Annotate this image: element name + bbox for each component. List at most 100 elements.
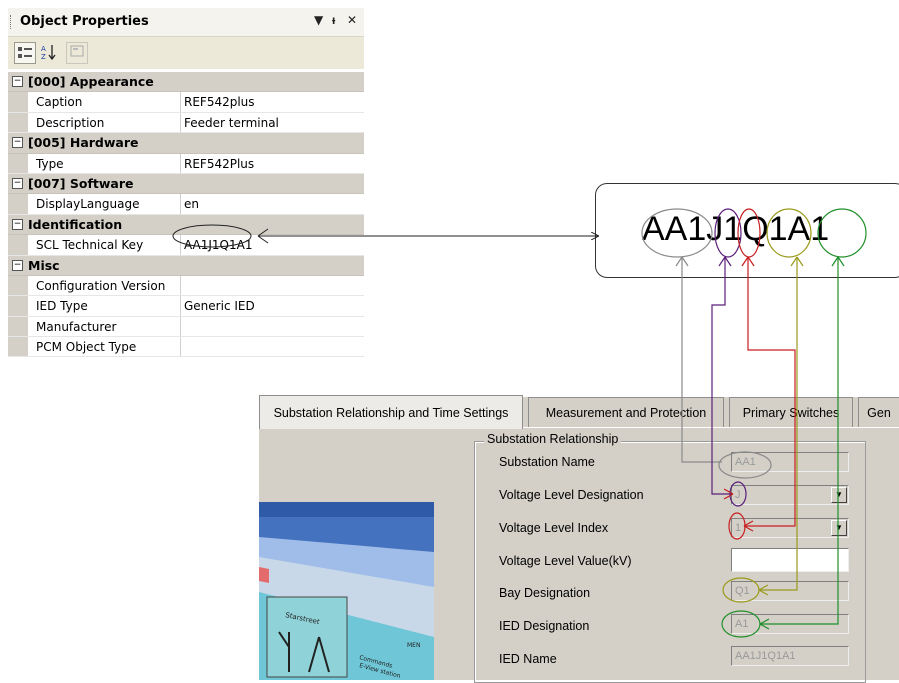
voltage-level-index-value: 1: [735, 522, 742, 534]
column-separator: [180, 92, 181, 112]
property-name: DisplayLanguage: [36, 197, 140, 212]
property-value[interactable]: Generic IED: [184, 299, 255, 313]
label-substation-name: Substation Name: [499, 455, 595, 469]
label-voltage-level-designation: Voltage Level Designation: [499, 488, 644, 502]
key-part-substation: AA1: [642, 210, 707, 248]
property-row[interactable]: IED Type Generic IED: [8, 296, 364, 317]
substation-name-field[interactable]: AA1: [731, 452, 849, 472]
row-gutter: [8, 194, 28, 214]
label-bay-designation: Bay Designation: [499, 586, 591, 600]
label-voltage-level-value: Voltage Level Value(kV): [499, 554, 632, 568]
property-row[interactable]: Configuration Version: [8, 275, 364, 297]
collapse-toggle-icon[interactable]: −: [12, 137, 23, 149]
property-value[interactable]: Feeder terminal: [184, 116, 279, 130]
row-gutter: [8, 153, 28, 173]
property-row[interactable]: DisplayLanguage en: [8, 194, 364, 215]
property-name: Type: [36, 156, 64, 171]
close-icon[interactable]: ✕: [347, 13, 357, 27]
voltage-level-value-input[interactable]: [731, 548, 849, 572]
property-name: Manufacturer: [36, 319, 117, 334]
svg-text:A: A: [41, 45, 46, 53]
property-name: Description: [36, 115, 105, 130]
tab-primary-switches[interactable]: Primary Switches: [729, 397, 853, 427]
property-row[interactable]: Description Feeder terminal: [8, 112, 364, 134]
panel-titlebar: Object Properties ▼ ᵼ ✕: [8, 8, 364, 37]
device-photo: Starstreet Commands E-View station MEN: [259, 497, 434, 680]
category-row[interactable]: − [007] Software: [8, 173, 364, 195]
tab-general[interactable]: Gen: [858, 397, 899, 427]
bay-designation-field[interactable]: Q1: [731, 581, 849, 601]
drag-grip[interactable]: [10, 15, 14, 29]
voltage-level-designation-select[interactable]: J ▼: [731, 485, 849, 505]
property-name: SCL Technical Key: [36, 238, 144, 253]
column-separator: [180, 153, 181, 173]
property-row[interactable]: Manufacturer: [8, 316, 364, 338]
property-name: PCM Object Type: [36, 340, 137, 355]
row-gutter: [8, 296, 28, 316]
category-name: [000] Appearance: [28, 74, 154, 89]
column-separator: [180, 112, 181, 133]
row-gutter: [8, 316, 28, 337]
scl-key-text: AA1J1Q1A1: [642, 210, 829, 249]
property-name: Configuration Version: [36, 278, 166, 293]
property-grid: − [000] Appearance Caption REF542plus Descri…: [8, 72, 364, 358]
property-row[interactable]: PCM Object Type: [8, 337, 364, 358]
ied-settings-dialog: Substation Relationship and Time Setting…: [259, 395, 899, 683]
key-part-bay: Q1: [742, 210, 788, 248]
column-separator: [180, 194, 181, 214]
category-name: Identification: [28, 216, 123, 232]
collapse-toggle-icon[interactable]: −: [12, 177, 23, 189]
pin-icon[interactable]: ᵼ: [332, 13, 335, 27]
collapse-toggle-icon[interactable]: −: [12, 259, 23, 271]
category-name: [007] Software: [28, 175, 134, 191]
categorized-view-icon[interactable]: [14, 42, 36, 64]
property-row[interactable]: Caption REF542plus: [8, 92, 364, 113]
property-value[interactable]: en: [184, 197, 199, 211]
category-row[interactable]: − Misc: [8, 255, 364, 276]
tab-substation-relationship[interactable]: Substation Relationship and Time Setting…: [259, 395, 523, 429]
column-separator: [180, 296, 181, 316]
property-row[interactable]: Type REF542Plus: [8, 153, 364, 174]
key-part-ied: A1: [787, 210, 830, 248]
category-name: [005] Hardware: [28, 135, 139, 151]
collapse-toggle-icon[interactable]: −: [12, 218, 23, 230]
svg-text:Z: Z: [41, 53, 46, 61]
collapse-toggle-icon[interactable]: −: [12, 76, 23, 87]
voltage-level-index-select[interactable]: 1 ▼: [731, 518, 849, 538]
alphabetical-sort-icon[interactable]: AZ: [38, 42, 60, 64]
property-value[interactable]: AA1J1Q1A1: [184, 238, 252, 252]
category-name: Misc: [28, 257, 60, 273]
category-row[interactable]: − [000] Appearance: [8, 72, 364, 93]
key-part-voltage-level: J: [706, 210, 724, 248]
group-label: Substation Relationship: [484, 432, 622, 446]
row-gutter: [8, 112, 28, 133]
row-gutter: [8, 275, 28, 296]
property-name: Caption: [36, 95, 83, 110]
panel-toolbar: AZ: [8, 37, 364, 69]
property-value[interactable]: REF542Plus: [184, 157, 254, 171]
row-gutter: [8, 337, 28, 357]
label-ied-designation: IED Designation: [499, 619, 590, 633]
label-voltage-level-index: Voltage Level Index: [499, 521, 609, 535]
chevron-down-icon[interactable]: ▼: [831, 520, 847, 536]
ied-name-field[interactable]: AA1J1Q1A1: [731, 646, 849, 666]
chevron-down-icon[interactable]: ▼: [831, 487, 847, 503]
dropdown-arrow-icon[interactable]: ▼: [314, 13, 323, 27]
svg-text:MEN: MEN: [407, 642, 420, 649]
column-separator: [180, 235, 181, 255]
property-pages-icon[interactable]: [66, 42, 88, 64]
property-row[interactable]: SCL Technical Key AA1J1Q1A1: [8, 235, 364, 256]
panel-title: Object Properties: [20, 14, 149, 29]
row-gutter: [8, 92, 28, 112]
tab-measurement-protection[interactable]: Measurement and Protection: [528, 397, 724, 427]
key-part-voltage-index: 1: [723, 210, 743, 248]
property-value[interactable]: REF542plus: [184, 95, 255, 109]
column-separator: [180, 275, 181, 296]
row-gutter: [8, 235, 28, 255]
property-name: IED Type: [36, 299, 88, 314]
category-row[interactable]: − Identification: [8, 214, 364, 236]
ied-designation-field[interactable]: A1: [731, 614, 849, 634]
column-separator: [180, 337, 181, 357]
category-row[interactable]: − [005] Hardware: [8, 133, 364, 154]
column-separator: [180, 316, 181, 337]
